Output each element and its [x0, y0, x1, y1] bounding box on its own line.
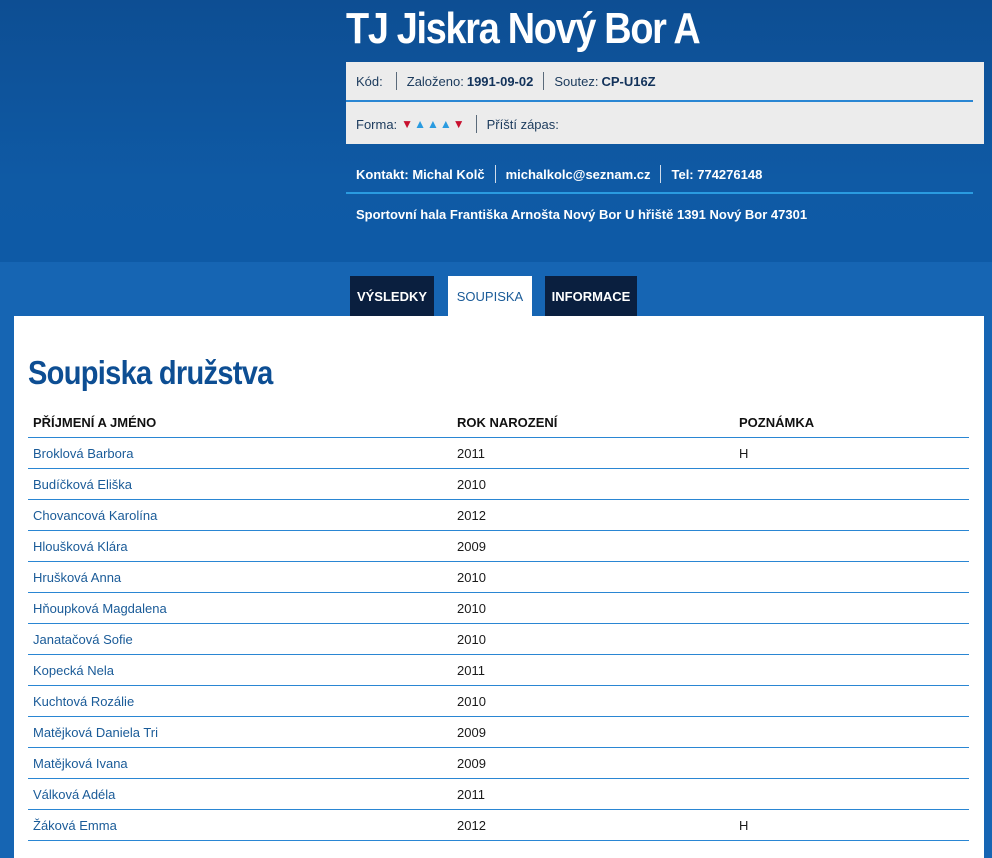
player-name[interactable]: Matějková Ivana	[28, 756, 452, 771]
team-title: TJ Jiskra Nový Bor A	[346, 4, 701, 53]
table-row: Broklová Barbora 2011 H	[28, 438, 969, 469]
table-header: PŘÍJMENÍ A JMÉNO ROK NAROZENÍ POZNÁMKA	[28, 408, 969, 438]
birth-year: 2010	[457, 600, 486, 616]
form-loss-icon: ▼	[452, 117, 466, 131]
player-name[interactable]: Matějková Daniela Tri	[28, 725, 452, 740]
table-row: Žáková Emma 2012 H	[28, 810, 969, 841]
table-row: Hloušková Klára 2009	[28, 531, 969, 562]
roster-table: PŘÍJMENÍ A JMÉNO ROK NAROZENÍ POZNÁMKA B…	[28, 408, 969, 841]
birth-year: 2010	[457, 476, 486, 492]
birth-year: 2011	[457, 662, 485, 678]
table-row: Janatačová Sofie 2010	[28, 624, 969, 655]
contact-phone: Tel: 774276148	[671, 166, 763, 182]
player-name[interactable]: Kopecká Nela	[28, 663, 452, 678]
form-win-icon: ▲	[426, 117, 440, 131]
zalozeno-label: Založeno:	[406, 73, 464, 89]
form-loss-icon: ▼	[401, 117, 415, 131]
birth-year: 2010	[457, 693, 486, 709]
birth-year: 2010	[457, 631, 486, 647]
player-note: H	[739, 445, 749, 461]
info-row-form: Forma: ▼▲▲▲▼ Příští zápas:	[346, 104, 984, 144]
player-name[interactable]: Budíčková Eliška	[28, 477, 452, 492]
player-name[interactable]: Janatačová Sofie	[28, 632, 452, 647]
player-name[interactable]: Žáková Emma	[28, 818, 452, 833]
content-panel: Soupiska družstva PŘÍJMENÍ A JMÉNO ROK N…	[14, 316, 984, 858]
table-body: Broklová Barbora 2011 H Budíčková Eliška 201…	[28, 438, 969, 841]
table-row: Válková Adéla 2011	[28, 779, 969, 810]
birth-year: 2011	[457, 445, 485, 461]
player-name[interactable]: Hrušková Anna	[28, 570, 452, 585]
birth-year: 2010	[457, 569, 486, 585]
section-title: Soupiska družstva	[28, 354, 273, 391]
player-note: H	[739, 817, 749, 833]
tab-information[interactable]: INFORMACE	[545, 276, 637, 316]
form-win-icon: ▲	[414, 117, 427, 131]
table-row: Matějková Daniela Tri 2009	[28, 717, 969, 748]
tab-roster[interactable]: SOUPISKA	[448, 276, 532, 316]
header-name: PŘÍJMENÍ A JMÉNO	[33, 415, 157, 430]
table-row: Chovancová Karolína 2012	[28, 500, 969, 531]
info-row-general: Kód: Založeno: 1991-09-02 Soutez: CP-U16…	[346, 62, 973, 102]
birth-year: 2009	[457, 724, 486, 740]
next-match-label: Příští zápas:	[486, 116, 559, 132]
soutez-label: Soutez:	[554, 73, 599, 89]
kod-label: Kód:	[356, 73, 383, 89]
birth-year: 2012	[457, 507, 486, 523]
birth-year: 2009	[457, 538, 486, 554]
table-row: Kuchtová Rozálie 2010	[28, 686, 969, 717]
table-row: Kopecká Nela 2011	[28, 655, 969, 686]
player-name[interactable]: Hloušková Klára	[28, 539, 452, 554]
zalozeno-value: 1991-09-02	[466, 73, 534, 89]
birth-year: 2011	[457, 786, 485, 802]
tab-bar: VÝSLEDKY SOUPISKA INFORMACE	[350, 276, 637, 316]
kod-item: Kód:	[356, 72, 397, 90]
contact-email[interactable]: michalkolc@seznam.cz	[506, 165, 662, 183]
soutez-item: Soutez: CP-U16Z	[554, 72, 665, 90]
table-row: Matějková Ivana 2009	[28, 748, 969, 779]
form-win-icon: ▲	[439, 117, 453, 131]
forma-label: Forma:	[356, 116, 398, 132]
header-note: POZNÁMKA	[739, 415, 815, 430]
table-row: Hňoupková Magdalena 2010	[28, 593, 969, 624]
next-match-item: Příští zápas:	[487, 115, 569, 133]
venue-address: Sportovní hala Františka Arnošta Nový Bo…	[356, 207, 808, 222]
contact-person: Kontakt: Michal Kolč	[356, 165, 496, 183]
player-name[interactable]: Kuchtová Rozálie	[28, 694, 452, 709]
player-name[interactable]: Chovancová Karolína	[28, 508, 452, 523]
forma-item: Forma: ▼▲▲▲▼	[356, 115, 477, 133]
tab-results[interactable]: VÝSLEDKY	[350, 276, 434, 316]
contact-row: Kontakt: Michal Kolč michalkolc@seznam.c…	[346, 156, 973, 194]
soutez-value: CP-U16Z	[601, 73, 656, 89]
birth-year: 2012	[457, 817, 486, 833]
form-indicators: ▼▲▲▲▼	[401, 117, 465, 131]
table-row: Budíčková Eliška 2010	[28, 469, 969, 500]
team-info-box: Kód: Založeno: 1991-09-02 Soutez: CP-U16…	[346, 62, 984, 144]
player-name[interactable]: Válková Adéla	[28, 787, 452, 802]
table-row: Hrušková Anna 2010	[28, 562, 969, 593]
header-year: ROK NAROZENÍ	[457, 415, 558, 430]
birth-year: 2009	[457, 755, 486, 771]
player-name[interactable]: Broklová Barbora	[28, 446, 452, 461]
player-name[interactable]: Hňoupková Magdalena	[28, 601, 452, 616]
zalozeno-item: Založeno: 1991-09-02	[407, 72, 545, 90]
